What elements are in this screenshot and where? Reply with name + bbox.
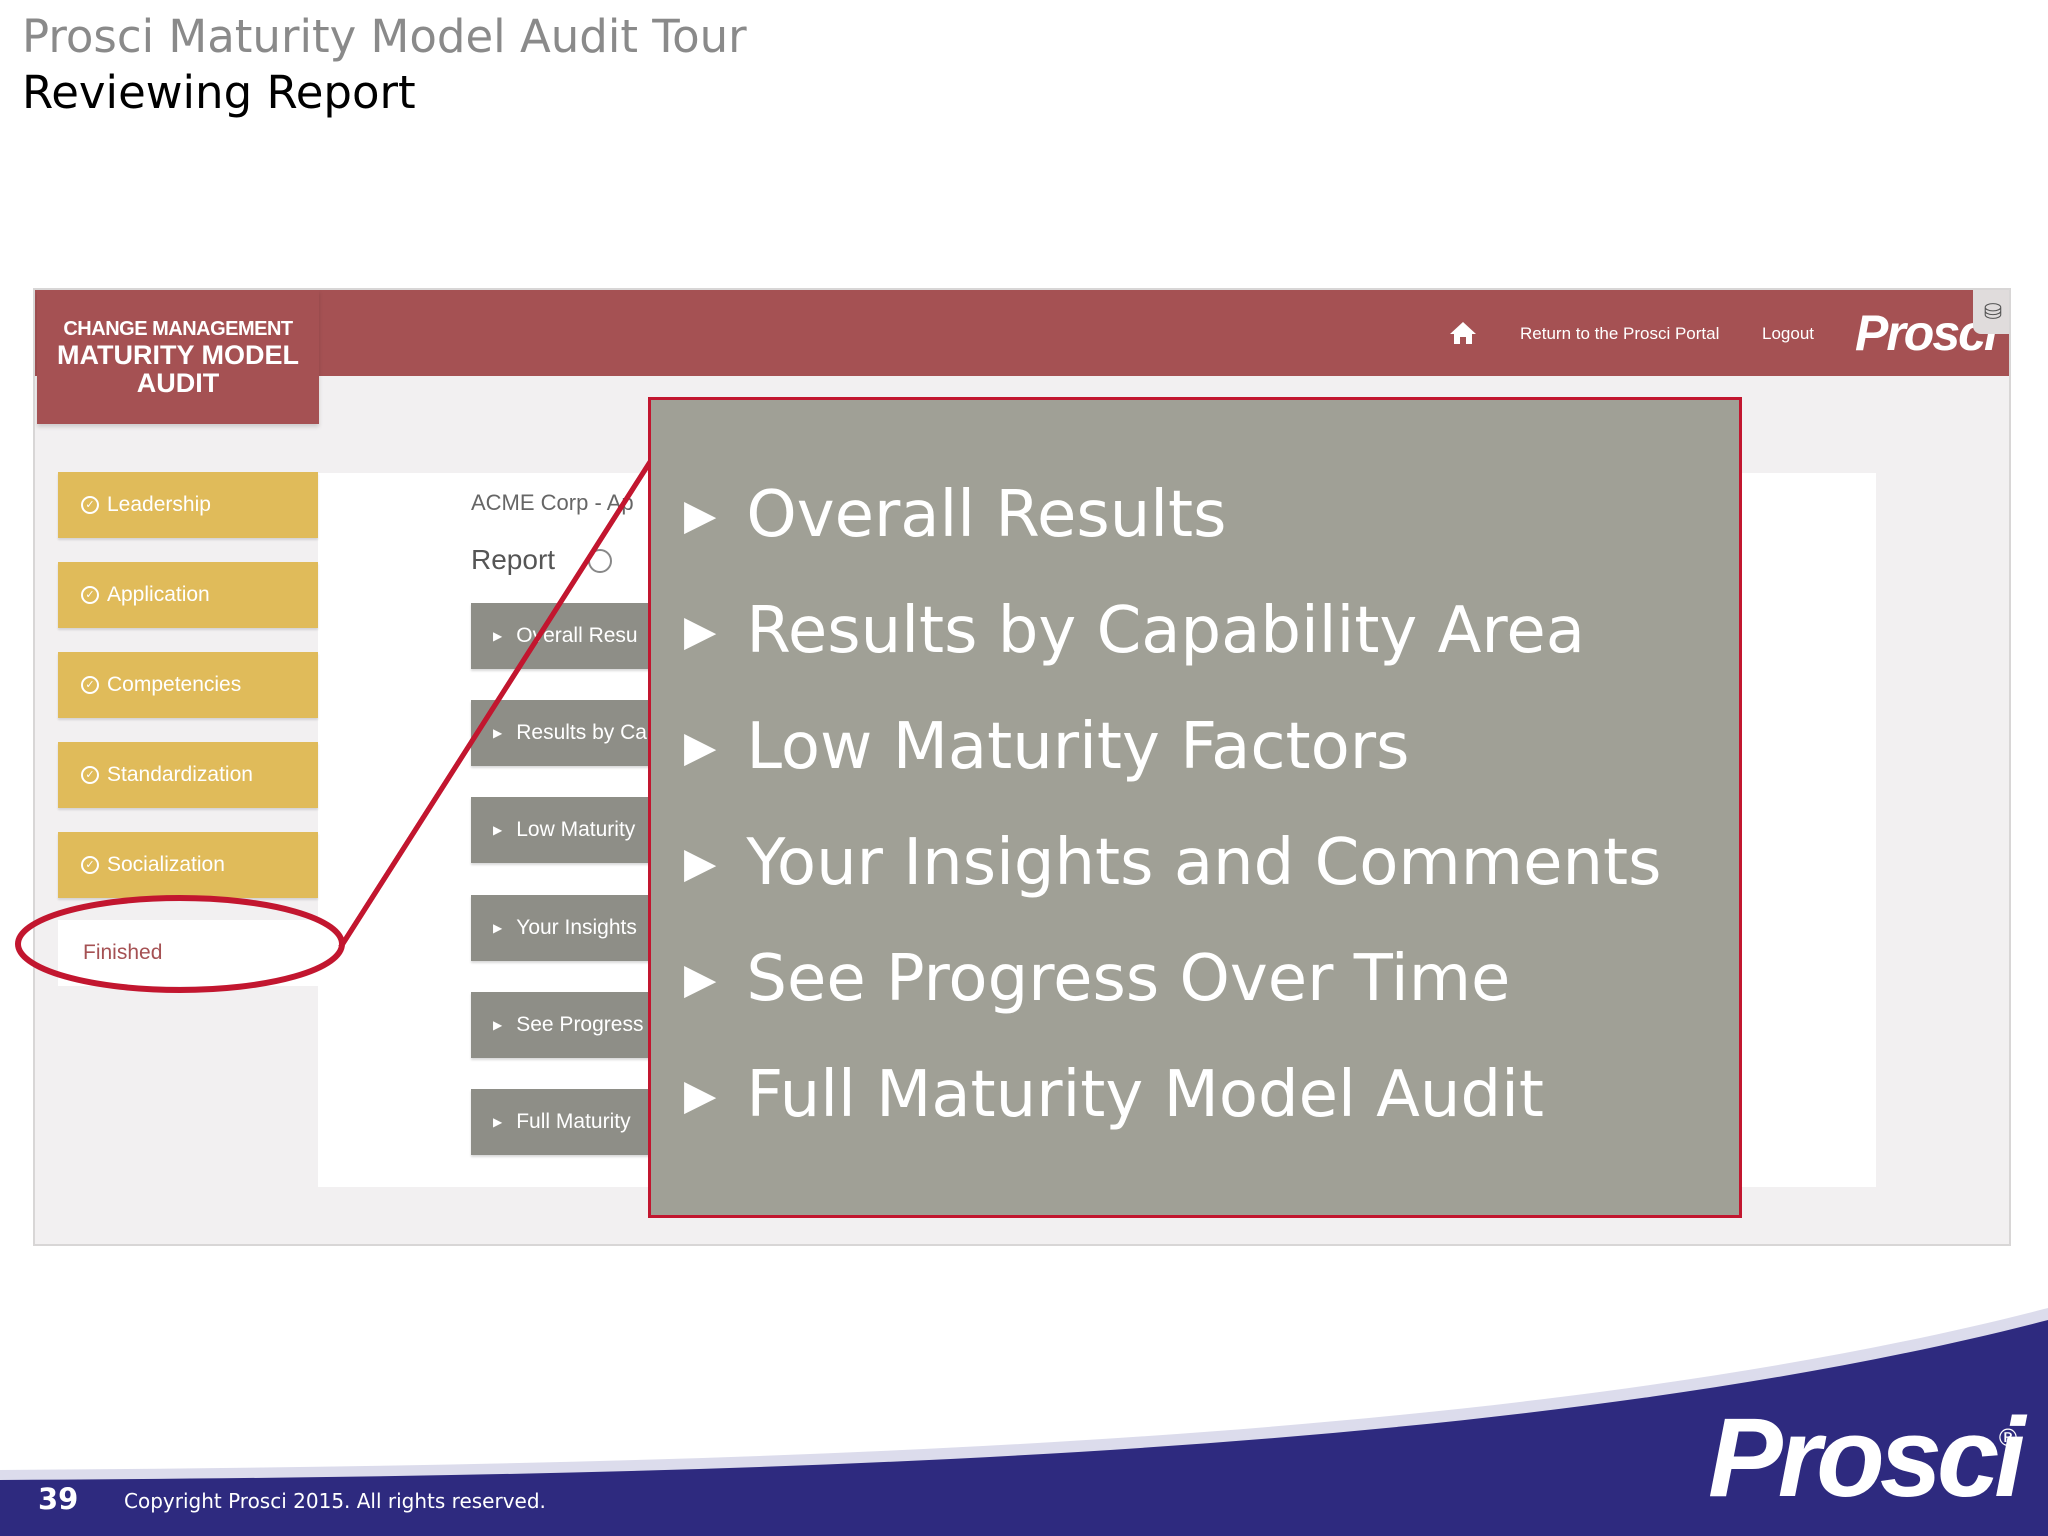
bullet-arrow-icon: ▶ [684,722,717,771]
bullet-arrow-icon: ▶ [684,954,717,1003]
copyright-text: Copyright Prosci 2015. All rights reserv… [124,1489,546,1513]
callout-item: ▶ Your Insights and Comments [684,826,1662,900]
page-number: 39 [38,1482,79,1516]
bullet-arrow-icon: ▶ [684,490,717,539]
callout-item: ▶ Overall Results [684,478,1227,552]
finished-highlight-ellipse [15,895,345,993]
footer-brand-logo: Prosci [1708,1395,2025,1520]
callout-item: ▶ See Progress Over Time [684,942,1511,1016]
bullet-arrow-icon: ▶ [684,606,717,655]
bullet-arrow-icon: ▶ [684,1070,717,1119]
callout-item: ▶ Full Maturity Model Audit [684,1058,1544,1132]
registered-mark: ® [1996,1424,2020,1452]
callout-item: ▶ Low Maturity Factors [684,710,1410,784]
callout-item: ▶ Results by Capability Area [684,594,1585,668]
bullet-arrow-icon: ▶ [684,838,717,887]
report-sections-callout: ▶ Overall Results ▶ Results by Capabilit… [648,397,1742,1218]
